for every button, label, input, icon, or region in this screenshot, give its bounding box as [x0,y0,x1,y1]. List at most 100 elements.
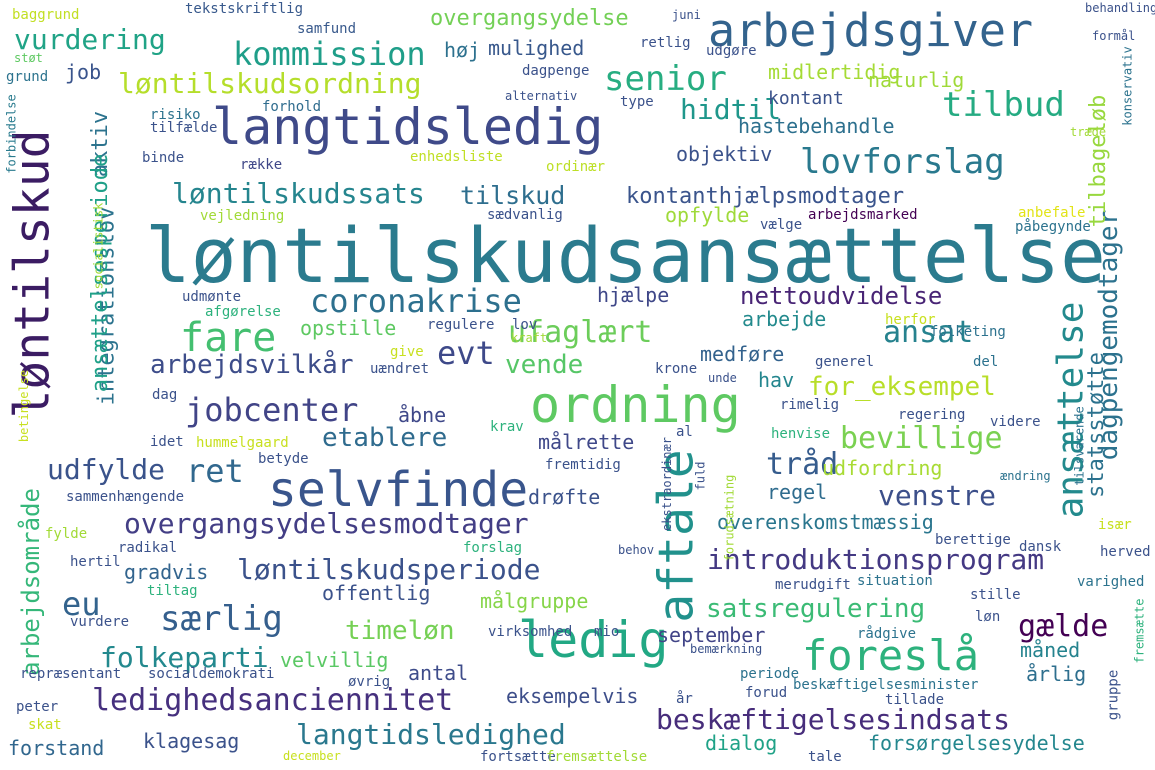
cloud-word: repræsentant [20,666,122,682]
cloud-word: tale [808,749,842,765]
cloud-word: arbejdsområde [16,488,45,676]
cloud-word: løntilskudssats [172,177,425,210]
cloud-word: ledig [518,611,669,669]
cloud-word: del [973,354,999,370]
cloud-word: medføre [700,342,785,366]
cloud-word: velvillig [280,648,389,672]
cloud-word: udfordring [822,456,943,480]
cloud-word: naturlig [868,68,965,92]
cloud-word: hertil [70,554,121,570]
cloud-word: høj [444,38,481,62]
cloud-word: forslag [463,540,523,556]
cloud-word: mulighed [488,36,585,60]
cloud-word: stille [970,587,1021,603]
cloud-word: give [390,344,424,360]
cloud-word: betyde [258,451,309,467]
cloud-word: fylde [45,526,88,542]
cloud-word: vurdere [70,614,130,630]
cloud-word: fremsættelse [546,749,648,765]
cloud-word: peter [16,699,59,715]
cloud-word: videre [990,414,1041,430]
cloud-word: radikal [118,540,178,556]
cloud-word: ledighedsanciennitet [92,683,454,718]
cloud-word: fuld [693,461,708,491]
cloud-word: evt [437,334,495,372]
cloud-word: bevillige [840,421,1003,456]
cloud-word: målrette [538,430,635,454]
cloud-word: bemærkning [690,642,763,656]
cloud-word: arbejdsmarked [808,207,918,223]
cloud-word: løntilskudsordning [118,67,422,100]
cloud-word: hjælpe [597,283,670,307]
cloud-word: senior [604,59,727,99]
cloud-word: tilskud [460,181,566,210]
cloud-word: overgangsydelsesmodtager [124,507,529,540]
cloud-word: opstille [300,316,397,340]
cloud-word: statsstøtte [1083,352,1109,498]
cloud-word: dansk [1019,539,1062,555]
cloud-word: tekstskriftlig [185,1,304,17]
cloud-word: baggrund [12,7,80,23]
cloud-word: støt [14,51,43,65]
cloud-word: folketing [930,324,1006,340]
cloud-word: generel [815,354,875,370]
cloud-word: varighed [1077,574,1145,590]
cloud-word: ordinær [546,159,606,175]
cloud-word: især [1098,517,1132,533]
cloud-word: dag [152,387,178,403]
cloud-word: jobcenter [185,391,359,429]
cloud-word: juni [672,8,701,22]
cloud-word: vurdering [14,23,166,56]
cloud-word: socialdemokrati [148,666,275,682]
cloud-word: behandling [1085,1,1155,15]
cloud-word: coronakrise [310,282,522,320]
cloud-word: langtidsledighed [296,718,566,751]
cloud-word: vejledning [200,208,285,224]
cloud-word: merudgift [775,577,851,593]
cloud-word: december [283,749,341,763]
cloud-word: konservativ [1120,46,1135,126]
cloud-word: fremsætte [1132,598,1147,664]
cloud-word: formål [1092,29,1136,43]
cloud-word: forhold [262,99,322,115]
cloud-word: periode [740,666,800,682]
cloud-word: ret [186,452,244,490]
cloud-word: ekstraordinær [659,437,674,531]
cloud-word: antal [408,661,469,685]
cloud-word: tilfælde [150,120,218,136]
cloud-word: hastebehandle [738,114,895,138]
cloud-word: sammenhængende [66,489,185,505]
cloud-word: enhedsliste [410,149,503,165]
cloud-word: nettoudvidelse [740,282,943,310]
cloud-word: samfund [297,21,357,37]
cloud-word: regering [898,407,966,423]
cloud-word: ændring [1000,469,1051,483]
cloud-word: overgangsydelse [430,6,629,31]
cloud-word: forsørgelsesydelse [868,731,1085,755]
cloud-word: vælge [760,217,803,233]
cloud-word: grund [6,69,49,85]
cloud-word: afgørelse [205,304,281,320]
cloud-word: uændret [370,361,430,377]
cloud-word: krone [655,361,698,377]
cloud-word: særlig [160,599,283,639]
cloud-word: fremtidig [545,457,621,473]
cloud-word: offentlig [322,581,431,605]
cloud-word: herfor [885,312,936,328]
cloud-word: job [65,60,102,84]
cloud-word: forstand [8,736,105,760]
cloud-word: mio [594,624,620,640]
cloud-word: arbejdsvilkår [150,350,354,380]
cloud-word: træde [1070,125,1107,139]
cloud-word: ordning [530,376,741,434]
cloud-word: al [676,424,693,440]
cloud-word: udgøre [706,43,757,59]
cloud-word: venstre [878,479,997,512]
cloud-word: idet [150,434,184,450]
cloud-word: gradvis [124,560,209,584]
cloud-word: henvise [771,426,831,442]
cloud-word: sædvanlig [487,207,563,223]
cloud-word: klagesag [143,729,240,753]
cloud-word: objektiv [676,142,773,166]
cloud-word: forud [745,685,788,701]
